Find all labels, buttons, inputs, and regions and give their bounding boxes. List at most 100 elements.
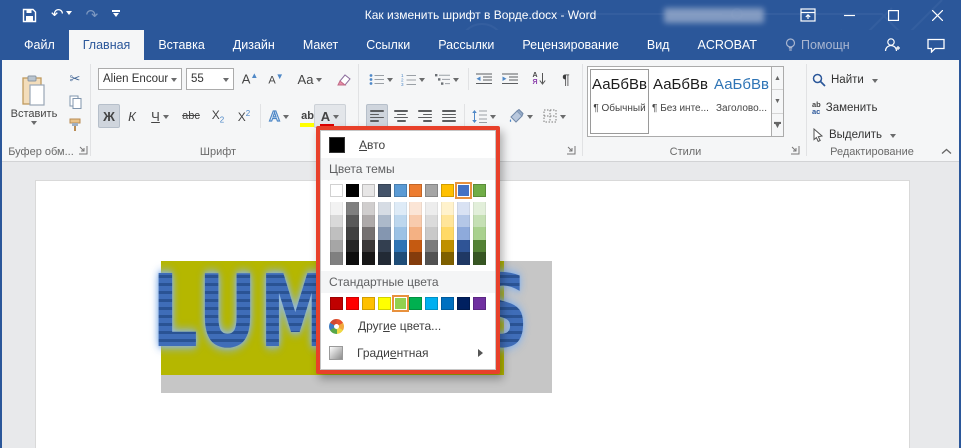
tab-главная[interactable]: Главная (69, 30, 145, 60)
tab-помощн[interactable]: Помощн (771, 30, 864, 60)
font-size-caret[interactable] (223, 78, 229, 85)
change-case-button[interactable]: Aa (294, 68, 326, 90)
theme-color-swatch[interactable] (457, 184, 470, 197)
line-spacing-caret[interactable] (490, 115, 496, 122)
tint-swatch[interactable] (457, 240, 470, 253)
tab-дизайн[interactable]: Дизайн (219, 30, 289, 60)
paste-caret[interactable] (31, 121, 37, 128)
standard-color-swatch[interactable] (362, 297, 375, 310)
sort-button[interactable]: АЯ (526, 68, 552, 90)
tint-swatch[interactable] (378, 227, 391, 240)
tint-swatch[interactable] (409, 202, 422, 215)
tint-swatch[interactable] (409, 252, 422, 265)
redo-icon[interactable]: ↷ (86, 8, 99, 23)
tint-swatch[interactable] (394, 227, 407, 240)
tint-swatch[interactable] (409, 240, 422, 253)
tint-swatch[interactable] (330, 240, 343, 253)
format-painter-button[interactable] (63, 115, 87, 135)
clipboard-dialog-launcher[interactable] (78, 145, 90, 157)
tint-swatch[interactable] (330, 202, 343, 215)
align-right-button[interactable] (414, 104, 436, 128)
italic-button[interactable]: К (122, 104, 142, 128)
tint-swatch[interactable] (346, 215, 359, 228)
theme-color-swatch[interactable] (425, 184, 438, 197)
comment-icon[interactable] (927, 38, 945, 53)
paragraph-dialog-launcher[interactable] (566, 145, 578, 157)
multilevel-list-caret[interactable] (453, 78, 459, 85)
tint-swatch[interactable] (362, 240, 375, 253)
show-marks-button[interactable]: ¶ (554, 68, 578, 90)
tint-swatch[interactable] (441, 202, 454, 215)
styles-scroll-down-button[interactable]: ▼ (772, 90, 783, 113)
tint-swatch[interactable] (457, 227, 470, 240)
tint-swatch[interactable] (441, 240, 454, 253)
tint-swatch[interactable] (362, 202, 375, 215)
tab-файл[interactable]: Файл (10, 30, 69, 60)
shading-button[interactable] (504, 104, 536, 128)
tint-swatch[interactable] (378, 215, 391, 228)
style-item[interactable]: АаБбВв¶ Без инте... (651, 69, 710, 134)
font-size-combo[interactable]: 55 (186, 68, 234, 90)
customize-qat-button[interactable] (112, 10, 120, 20)
theme-color-swatch[interactable] (394, 184, 407, 197)
tint-swatch[interactable] (330, 227, 343, 240)
tint-swatch[interactable] (473, 215, 486, 228)
styles-dialog-launcher[interactable] (790, 145, 802, 157)
tint-swatch[interactable] (330, 252, 343, 265)
multilevel-list-button[interactable] (430, 68, 464, 90)
tab-acrobat[interactable]: ACROBAT (683, 30, 771, 60)
tint-swatch[interactable] (409, 227, 422, 240)
standard-color-swatch[interactable] (425, 297, 438, 310)
theme-color-swatch[interactable] (346, 184, 359, 197)
cut-button[interactable]: ✂ (63, 69, 87, 89)
tab-ссылки[interactable]: Ссылки (352, 30, 424, 60)
tint-swatch[interactable] (473, 227, 486, 240)
increase-indent-button[interactable] (498, 68, 522, 90)
tint-swatch[interactable] (457, 252, 470, 265)
tab-макет[interactable]: Макет (289, 30, 352, 60)
tint-swatch[interactable] (394, 252, 407, 265)
font-color-caret[interactable] (333, 115, 339, 122)
tint-swatch[interactable] (362, 252, 375, 265)
align-left-button[interactable] (366, 104, 388, 128)
standard-color-swatch[interactable] (473, 297, 486, 310)
save-icon[interactable] (22, 8, 37, 23)
theme-color-swatch[interactable] (378, 184, 391, 197)
underline-button[interactable]: Ч (144, 104, 176, 128)
undo-caret[interactable] (66, 11, 72, 18)
borders-caret[interactable] (560, 115, 566, 122)
tint-swatch[interactable] (441, 227, 454, 240)
tint-swatch[interactable] (425, 202, 438, 215)
select-button[interactable]: Выделить (812, 124, 896, 146)
theme-color-swatch[interactable] (409, 184, 422, 197)
decrease-indent-button[interactable] (472, 68, 496, 90)
align-center-button[interactable] (390, 104, 412, 128)
numbering-caret[interactable] (419, 78, 425, 85)
tint-swatch[interactable] (425, 215, 438, 228)
change-case-caret[interactable] (316, 78, 322, 85)
collapse-ribbon-button[interactable] (941, 148, 952, 155)
minimize-button[interactable] (827, 0, 871, 30)
tint-swatch[interactable] (425, 240, 438, 253)
standard-color-swatch[interactable] (457, 297, 470, 310)
tint-swatch[interactable] (378, 202, 391, 215)
justify-button[interactable] (438, 104, 460, 128)
standard-color-swatch[interactable] (330, 297, 343, 310)
tab-рецензирование[interactable]: Рецензирование (508, 30, 633, 60)
maximize-button[interactable] (871, 0, 915, 30)
menu-item-auto[interactable]: Авто (321, 131, 495, 158)
tint-swatch[interactable] (330, 215, 343, 228)
menu-item-more-colors[interactable]: Другие цвета... (321, 313, 495, 340)
standard-color-swatch[interactable] (346, 297, 359, 310)
undo-button[interactable]: ↶ (51, 6, 72, 24)
subscript-button[interactable]: X2 (206, 104, 230, 128)
line-spacing-button[interactable] (468, 104, 500, 128)
text-effects-caret[interactable] (283, 115, 289, 122)
tint-swatch[interactable] (362, 215, 375, 228)
font-name-combo[interactable]: Alien Encour (98, 68, 182, 90)
bullets-caret[interactable] (387, 78, 393, 85)
tint-swatch[interactable] (394, 215, 407, 228)
style-item[interactable]: АаБбВв¶ Обычный (590, 69, 649, 134)
style-item[interactable]: АаБбВвЗаголово... (712, 69, 771, 134)
share-person-icon[interactable] (883, 37, 901, 53)
